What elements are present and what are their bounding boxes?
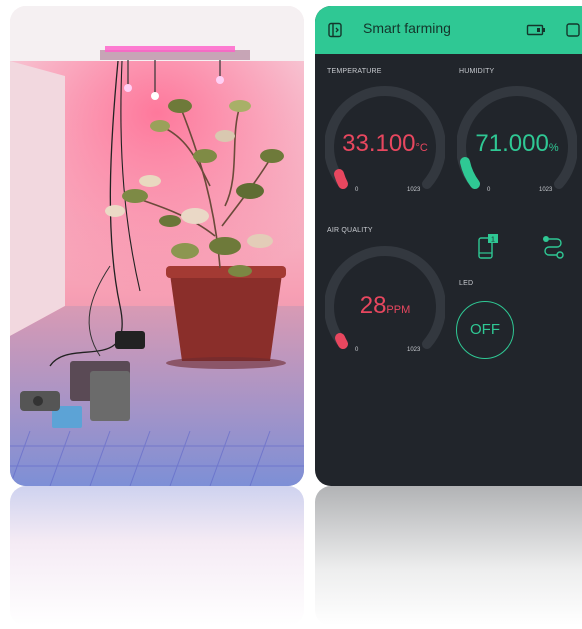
temperature-max: 1023 <box>407 187 421 193</box>
humidity-gauge: 71.000% 0 1023 <box>457 82 577 202</box>
app-title: Smart farming <box>363 20 451 36</box>
screenshot-stage: Smart farming TEMPERATURE 33.100°C 0 102… <box>0 0 582 629</box>
air-quality-min: 0 <box>355 347 359 353</box>
humidity-label: HUMIDITY <box>459 68 495 75</box>
app-header: Smart farming <box>315 6 582 54</box>
notification-badge: 1 <box>491 237 495 244</box>
air-quality-unit: PPM <box>386 304 411 316</box>
humidity-min: 0 <box>487 187 491 193</box>
routing-icon[interactable] <box>541 234 565 260</box>
air-quality-max: 1023 <box>407 347 421 353</box>
air-quality-gauge: 28PPM 0 1023 <box>325 242 445 362</box>
humidity-max: 1023 <box>539 187 553 193</box>
temperature-gauge-fill <box>334 169 348 189</box>
phone-notification-icon[interactable]: 1 <box>477 234 499 260</box>
temperature-min: 0 <box>355 187 359 193</box>
window-icon[interactable] <box>565 22 581 38</box>
air-quality-number: 28 <box>359 292 387 319</box>
temperature-label: TEMPERATURE <box>327 68 382 75</box>
app-screen: Smart farming TEMPERATURE 33.100°C 0 102… <box>315 6 582 486</box>
humidity-value: 71.000% <box>457 130 577 158</box>
temperature-number: 33.100 <box>342 130 416 157</box>
led-label: LED <box>459 280 474 287</box>
air-quality-gauge-fill <box>335 333 348 349</box>
air-quality-label: AIR QUALITY <box>327 227 373 234</box>
battery-icon[interactable] <box>526 22 546 38</box>
phone-reflection <box>315 486 582 626</box>
plant-photo <box>10 6 304 486</box>
humidity-number: 71.000 <box>475 130 549 157</box>
device-frame-icon[interactable] <box>327 22 343 38</box>
temperature-value: 33.100°C <box>325 130 445 158</box>
humidity-unit: % <box>548 142 559 154</box>
photo-reflection <box>10 486 304 626</box>
plant-photo-illustration <box>10 6 304 486</box>
temperature-gauge: 33.100°C 0 1023 <box>325 82 445 202</box>
temperature-unit: °C <box>415 142 428 154</box>
led-toggle-button[interactable]: OFF <box>456 301 514 359</box>
air-quality-value: 28PPM <box>325 292 445 320</box>
